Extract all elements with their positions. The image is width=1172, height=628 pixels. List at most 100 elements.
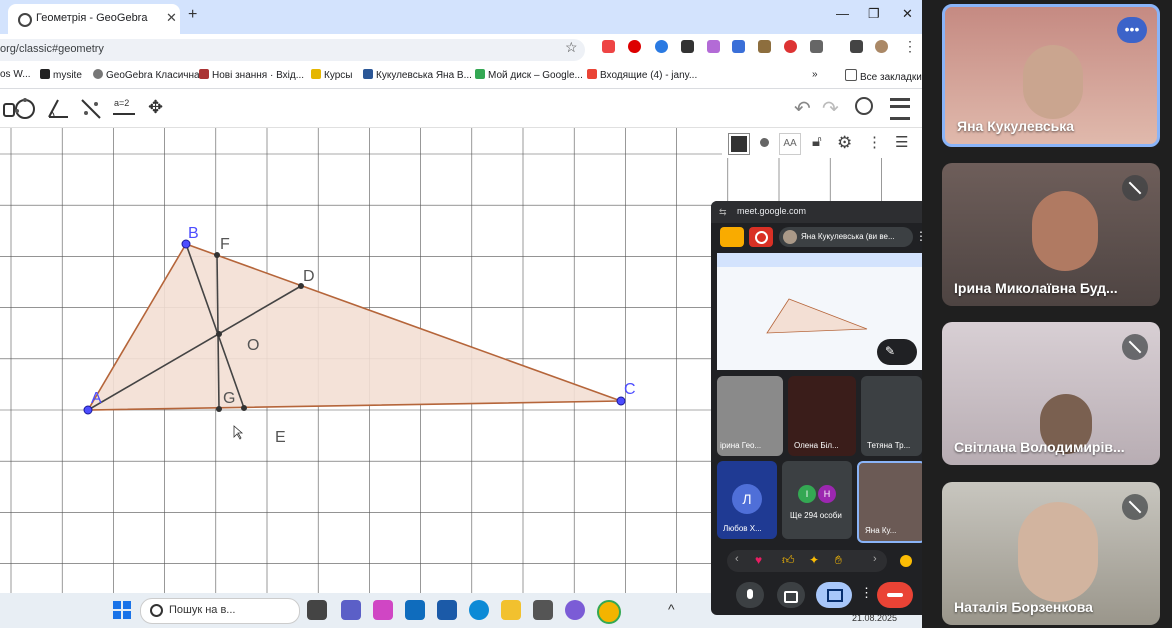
heart-icon[interactable]: ♥ (755, 553, 762, 567)
bookmark-icon (40, 69, 50, 79)
more-participants-tile[interactable]: І Н Ще 294 особи (782, 461, 852, 539)
adblock-icon[interactable] (784, 40, 797, 53)
undo-icon[interactable]: ↶ (794, 96, 811, 121)
profile-avatar[interactable] (875, 40, 888, 53)
new-tab-icon[interactable]: + (188, 6, 197, 24)
tray-chevron-icon[interactable]: ^ (668, 601, 675, 617)
search-icon[interactable] (855, 97, 873, 115)
text-style-icon[interactable]: AA (779, 133, 801, 155)
tool-reflect[interactable] (76, 94, 106, 124)
point-style-icon[interactable] (755, 133, 775, 153)
menu-dots-icon[interactable]: ⋮ (903, 38, 917, 55)
tool-slider[interactable]: a=2 (109, 94, 139, 124)
point-g[interactable] (216, 406, 222, 412)
clap-icon[interactable]: ✋︎ (835, 553, 842, 568)
chevron-right-icon[interactable]: › (873, 553, 877, 565)
copilot-icon[interactable] (373, 600, 393, 620)
extension-icon[interactable] (681, 40, 694, 53)
lock-icon[interactable]: 🔓︎ (812, 133, 832, 153)
bookmark-item[interactable]: os W... (0, 69, 31, 80)
bookmark-item[interactable]: GeoGebra Класична (93, 69, 200, 81)
presenter-chip[interactable]: Яна Кукулевська (ви ве... (779, 227, 913, 247)
windows-start-icon[interactable] (112, 600, 132, 620)
more-options-icon[interactable]: ⋮ (860, 585, 873, 601)
url-field[interactable]: org/classic#geometry (0, 39, 585, 61)
viber-icon[interactable] (565, 600, 585, 620)
gear-icon[interactable]: ⚙ (837, 133, 857, 153)
bookmark-item[interactable]: Курсы (311, 69, 352, 81)
tool-circle[interactable] (10, 94, 40, 124)
extension-icon[interactable] (655, 40, 668, 53)
camera-button[interactable] (777, 582, 805, 608)
point-e[interactable] (241, 405, 247, 411)
bookmark-label: Курсы (324, 70, 353, 81)
store-icon[interactable] (437, 600, 457, 620)
participant-tile[interactable]: Яна Ку... (857, 461, 922, 543)
media-icon[interactable] (850, 40, 863, 53)
bookmark-item[interactable]: mysite (40, 69, 82, 81)
participant-tile[interactable]: Ірина Миколаївна Буд... (942, 163, 1160, 306)
task-view-icon[interactable] (307, 600, 327, 620)
recording-icon[interactable] (749, 227, 773, 247)
bookmark-item[interactable]: Кукулевська Яна В... (363, 69, 472, 81)
thumbs-up-icon[interactable]: 👍︎ (782, 553, 795, 568)
triangle-abc[interactable] (86, 243, 622, 411)
party-icon[interactable]: ✦ (809, 553, 819, 567)
close-tab-icon[interactable]: ✕ (166, 10, 177, 26)
puzzle-icon[interactable] (810, 40, 823, 53)
chrome-icon[interactable] (597, 600, 621, 624)
participant-tile[interactable]: Л Любов Х... (717, 461, 777, 539)
close-window-icon[interactable]: ✕ (902, 6, 913, 22)
redo-icon[interactable]: ↷ (822, 96, 839, 121)
restore-icon[interactable]: ❐ (868, 6, 880, 22)
annotate-button[interactable]: ✎ (877, 339, 917, 365)
taskbar-search[interactable]: Пошук на в... (140, 598, 300, 624)
outlook-icon[interactable] (405, 600, 425, 620)
teams-icon[interactable] (341, 600, 361, 620)
toggle-stylebar-icon[interactable]: ☰ (895, 133, 915, 153)
participant-tile-active[interactable]: ••• Яна Кукулевська (942, 4, 1160, 147)
participant-tile[interactable]: Світлана Володимирів... (942, 322, 1160, 465)
tool-move-view[interactable]: ✥ (142, 94, 172, 124)
bookmark-item[interactable]: Входящие (4) - jany... (587, 69, 697, 81)
hamburger-menu-icon[interactable] (890, 98, 910, 120)
participant-tile[interactable]: ірина Гео... (717, 376, 783, 456)
mic-button[interactable] (736, 582, 764, 608)
translate-icon[interactable] (732, 40, 745, 53)
opera-icon[interactable] (628, 40, 641, 53)
point-c[interactable] (616, 396, 626, 406)
chevron-left-icon[interactable]: ‹ (735, 553, 739, 565)
end-call-button[interactable] (877, 582, 913, 608)
bookmark-icon (199, 69, 209, 79)
folder-icon (845, 69, 857, 81)
point-o[interactable] (216, 331, 222, 337)
participant-tile[interactable]: Наталія Борзенкова (942, 482, 1160, 625)
pen-icon[interactable] (707, 40, 720, 53)
label-e: E (275, 429, 286, 446)
bookmark-star-icon[interactable]: ☆ (565, 39, 578, 56)
more-options-icon[interactable]: ⋮ (915, 229, 922, 243)
more-options-icon[interactable]: ⋮ (867, 133, 887, 153)
site-settings-icon[interactable]: ⇆ (719, 207, 727, 218)
point-a[interactable] (83, 405, 93, 415)
participant-tile[interactable]: Тетяна Тр... (861, 376, 922, 456)
extension-icon[interactable] (758, 40, 771, 53)
present-button[interactable] (816, 582, 852, 608)
edge-icon[interactable] (469, 600, 489, 620)
minimize-icon[interactable]: — (836, 6, 849, 21)
tab-geogebra[interactable]: Геометрія - GeoGebra ✕ (8, 4, 180, 34)
bookmark-label: Все закладки (860, 72, 922, 83)
more-bookmarks-icon[interactable]: » (812, 69, 818, 80)
extension-icon[interactable] (602, 40, 615, 53)
bookmark-item[interactable]: Мой диск – Google... (475, 69, 583, 81)
bookmark-item[interactable]: Нові знання · Вхід... (199, 69, 304, 81)
emoji-icon[interactable] (900, 555, 912, 567)
tool-angle[interactable] (43, 94, 73, 124)
participant-tile[interactable]: Олена Біл... (788, 376, 856, 456)
color-picker[interactable] (728, 133, 750, 155)
file-explorer-icon[interactable] (501, 600, 521, 620)
meeting-room-icon[interactable] (720, 227, 744, 247)
all-bookmarks-folder[interactable]: Все закладки (845, 69, 922, 83)
app-icon[interactable] (533, 600, 553, 620)
more-options-icon[interactable]: ••• (1117, 17, 1147, 43)
